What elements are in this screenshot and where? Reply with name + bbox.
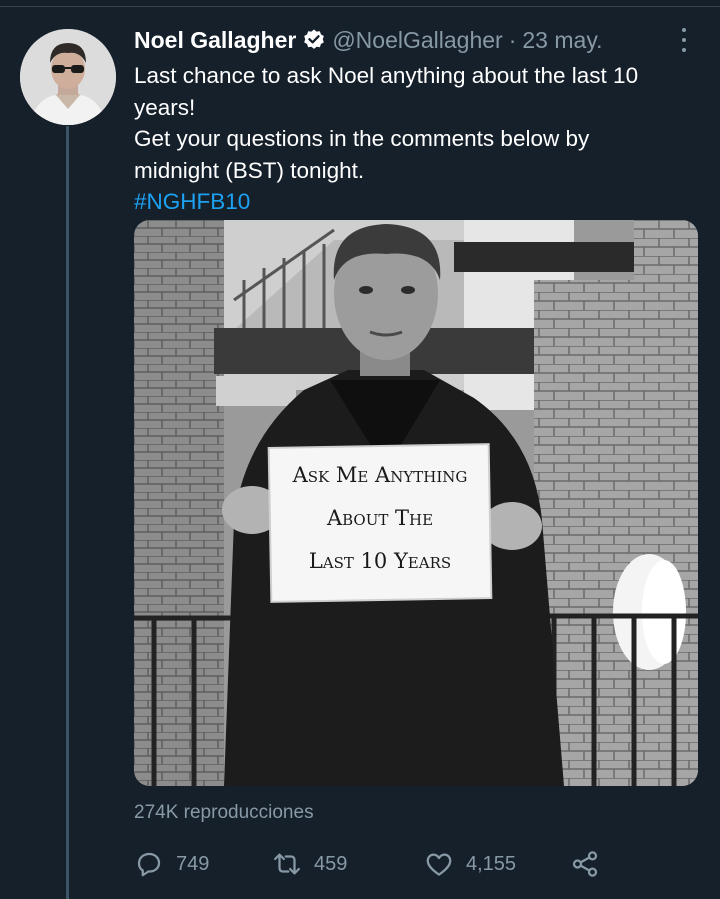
retweet-button[interactable]: 459: [272, 844, 347, 884]
avatar[interactable]: [20, 29, 116, 125]
like-icon: [426, 853, 452, 876]
like-count: 4,155: [466, 852, 517, 875]
sign-line: Ask Me Anything: [292, 463, 468, 487]
retweet-icon: [274, 853, 300, 875]
author-handle[interactable]: @NoelGallagher: [332, 27, 502, 54]
share-icon: [572, 851, 598, 877]
tweet-text-line: midnight (BST) tonight.: [134, 157, 365, 183]
action-bar: 749 459 4,155: [134, 844, 714, 884]
verified-badge-icon: [302, 28, 326, 52]
sign-line: Last 10 Years: [309, 549, 451, 573]
reply-count: 749: [176, 852, 210, 875]
separator-dot: ·: [508, 26, 517, 53]
tweet-text-line: Last chance to ask Noel anything about t…: [134, 63, 639, 88]
thread-line: [66, 126, 69, 899]
share-button[interactable]: [570, 844, 600, 884]
tweet-header: Noel Gallagher @NoelGallagher · 23 may.: [134, 24, 603, 56]
more-options-icon[interactable]: [672, 26, 696, 54]
tweet-text: Last chance to ask Noel anything about t…: [134, 60, 694, 218]
tweet-text-line: Get your questions in the comments below…: [134, 126, 590, 151]
view-count: 274K reproducciones: [134, 802, 314, 823]
timestamp[interactable]: 23 may.: [522, 27, 602, 54]
tweet-text-line: years!: [134, 94, 196, 120]
reply-button[interactable]: 749: [134, 844, 209, 884]
tweet-media-video[interactable]: Ask Me Anything About The Last 10 Years: [134, 220, 698, 786]
retweet-count: 459: [314, 852, 348, 875]
hashtag-link[interactable]: #NGHFB10: [134, 186, 694, 218]
top-divider: [0, 6, 720, 7]
reply-icon: [137, 852, 161, 877]
like-button[interactable]: 4,155: [424, 844, 516, 884]
author-name[interactable]: Noel Gallagher: [134, 27, 296, 54]
sign-line: About The: [326, 506, 433, 530]
